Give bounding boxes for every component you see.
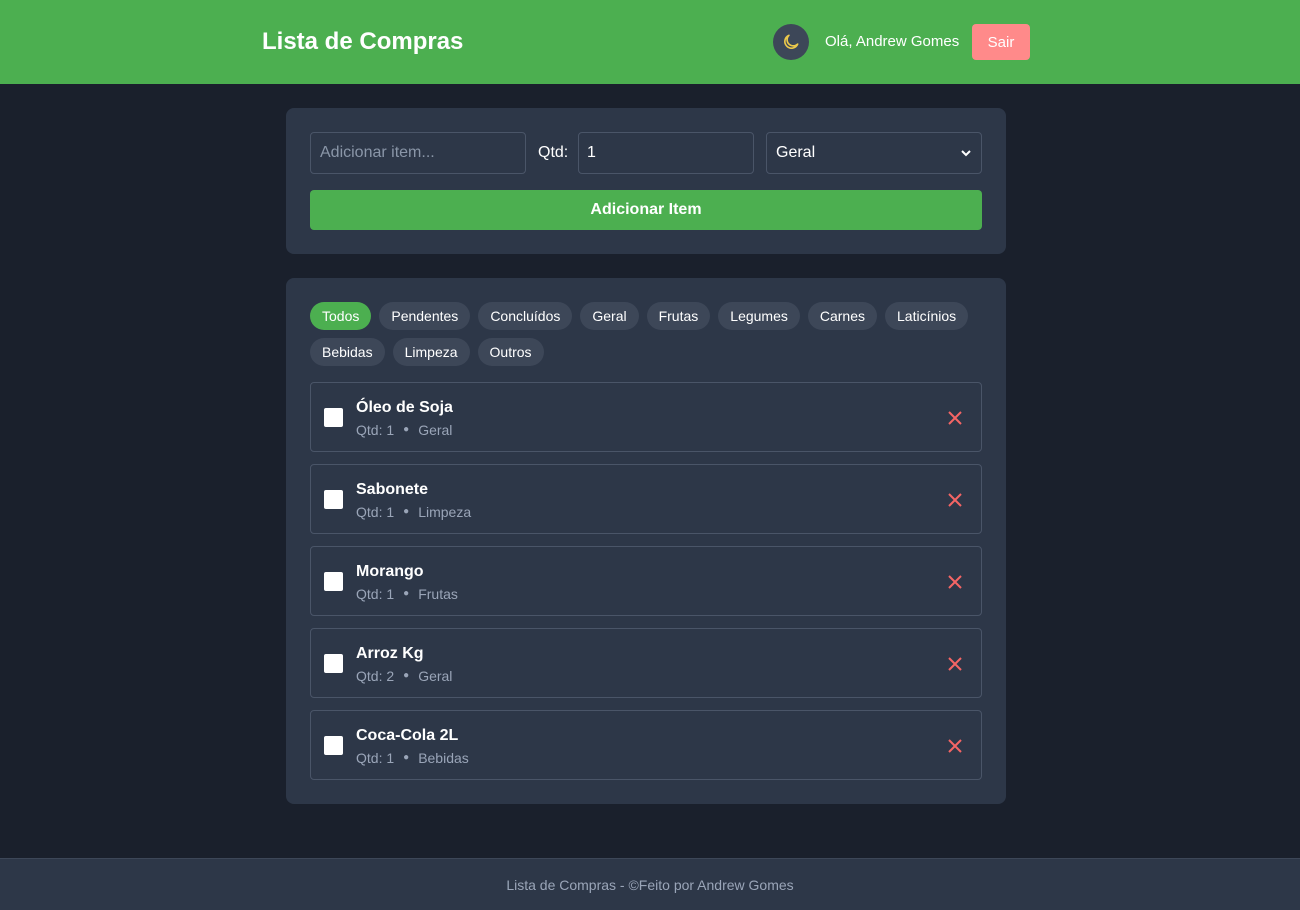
page-footer: Lista de Compras - ©Feito por Andrew Gom… (0, 858, 1300, 910)
add-item-card: Qtd: Geral Adicionar Item (286, 108, 1006, 254)
separator-dot: ● (403, 506, 410, 517)
quantity-label: Qtd: (538, 144, 569, 161)
item-category: Frutas (418, 586, 458, 602)
item-quantity: Qtd: 1 (356, 504, 395, 520)
filter-chip-laticinios[interactable]: Laticínios (885, 302, 969, 330)
separator-dot: ● (403, 588, 410, 599)
item-meta: Qtd: 1 ● Bebidas (356, 749, 469, 767)
chevron-down-icon (961, 150, 971, 157)
filter-chip-pendentes[interactable]: Pendentes (379, 302, 471, 330)
filter-chip-carnes[interactable]: Carnes (807, 302, 878, 330)
close-icon (948, 411, 962, 425)
filter-chip-frutas[interactable]: Frutas (646, 302, 711, 330)
item-name: Óleo de Soja (356, 399, 453, 416)
item-quantity: Qtd: 2 (356, 668, 395, 684)
list-item: Morango Qtd: 1 ● Frutas (310, 546, 982, 616)
item-meta: Qtd: 1 ● Limpeza (356, 503, 471, 521)
user-greeting: Olá, Andrew Gomes (825, 33, 960, 50)
filter-chip-legumes[interactable]: Legumes (718, 302, 800, 330)
list-item: Óleo de Soja Qtd: 1 ● Geral (310, 382, 982, 452)
item-quantity: Qtd: 1 (356, 750, 395, 766)
close-icon (948, 657, 962, 671)
app-header: Lista de Compras Olá, Andrew Gomes Sair (0, 0, 1300, 84)
item-category: Geral (418, 422, 453, 438)
item-quantity: Qtd: 1 (356, 422, 395, 438)
filter-chip-outros[interactable]: Outros (477, 338, 544, 366)
category-select[interactable]: Geral (766, 132, 982, 174)
item-checkbox[interactable] (324, 654, 343, 673)
delete-button[interactable] (945, 572, 965, 592)
item-name: Sabonete (356, 481, 429, 498)
filter-chip-limpeza[interactable]: Limpeza (392, 338, 470, 366)
filter-chip-todos[interactable]: Todos (310, 302, 372, 330)
list-item: Coca-Cola 2L Qtd: 1 ● Bebidas (310, 710, 982, 780)
category-select-value: Geral (776, 144, 816, 161)
theme-toggle-button[interactable] (773, 24, 809, 60)
logout-button[interactable]: Sair (972, 24, 1030, 60)
shopping-list-card: Todos Pendentes Concluídos Geral Frutas … (286, 278, 1006, 804)
item-meta: Qtd: 1 ● Geral (356, 421, 452, 439)
filter-chip-concluidos[interactable]: Concluídos (478, 302, 573, 330)
separator-dot: ● (403, 424, 410, 435)
item-meta: Qtd: 1 ● Frutas (356, 585, 458, 603)
item-checkbox[interactable] (324, 736, 343, 755)
item-category: Geral (418, 668, 453, 684)
moon-icon (784, 34, 799, 49)
item-name: Morango (356, 563, 424, 580)
add-item-button[interactable]: Adicionar Item (310, 190, 982, 230)
separator-dot: ● (403, 752, 410, 763)
separator-dot: ● (403, 670, 410, 681)
footer-text: Lista de Compras - ©Feito por Andrew Gom… (506, 876, 794, 893)
item-category: Bebidas (418, 750, 469, 766)
delete-button[interactable] (945, 408, 965, 428)
list-item: Sabonete Qtd: 1 ● Limpeza (310, 464, 982, 534)
list-item: Arroz Kg Qtd: 2 ● Geral (310, 628, 982, 698)
filter-chip-geral[interactable]: Geral (580, 302, 639, 330)
item-checkbox[interactable] (324, 490, 343, 509)
close-icon (948, 739, 962, 753)
item-checkbox[interactable] (324, 408, 343, 427)
delete-button[interactable] (945, 736, 965, 756)
delete-button[interactable] (945, 654, 965, 674)
item-list: Óleo de Soja Qtd: 1 ● Geral Sabonete Qtd… (310, 382, 982, 792)
close-icon (948, 575, 962, 589)
quantity-input[interactable] (578, 132, 754, 174)
app-title: Lista de Compras (262, 28, 464, 55)
filter-chip-bebidas[interactable]: Bebidas (310, 338, 385, 366)
filter-chips: Todos Pendentes Concluídos Geral Frutas … (310, 302, 982, 366)
item-name: Coca-Cola 2L (356, 727, 459, 744)
delete-button[interactable] (945, 490, 965, 510)
item-name-input[interactable] (310, 132, 526, 174)
item-quantity: Qtd: 1 (356, 586, 395, 602)
item-category: Limpeza (418, 504, 472, 520)
item-name: Arroz Kg (356, 645, 424, 662)
item-meta: Qtd: 2 ● Geral (356, 667, 452, 685)
item-checkbox[interactable] (324, 572, 343, 591)
close-icon (948, 493, 962, 507)
